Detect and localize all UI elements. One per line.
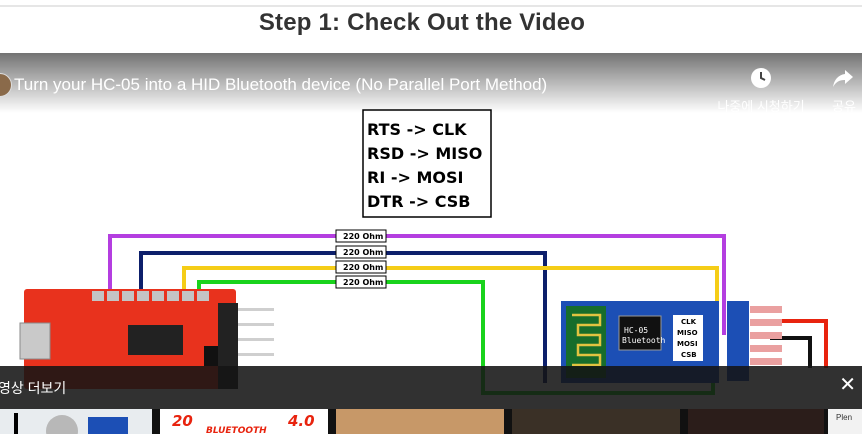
thumbnail-item[interactable]	[688, 409, 824, 434]
share-button[interactable]: 공유	[832, 67, 862, 115]
page-title: Step 1: Check Out the Video	[258, 9, 586, 36]
svg-text:220 Ohm: 220 Ohm	[343, 248, 383, 257]
svg-text:Bluetooth: Bluetooth	[622, 336, 666, 345]
share-icon	[833, 70, 853, 87]
svg-text:220 Ohm: 220 Ohm	[343, 278, 383, 287]
resistor: 220 Ohm	[335, 229, 387, 243]
resistor: 220 Ohm	[335, 275, 387, 289]
svg-text:20: 20	[172, 412, 193, 430]
svg-text:CSB: CSB	[681, 351, 697, 359]
svg-text:HC-05: HC-05	[624, 326, 648, 335]
thumbnail-item[interactable]	[0, 409, 152, 434]
mapping-line: RI -> MOSI	[367, 168, 463, 187]
clock-icon	[751, 68, 771, 88]
thumbnail-partial-text: Plen	[836, 413, 853, 422]
video-player[interactable]: RTS -> CLK RSD -> MISO RI -> MOSI DTR ->…	[0, 53, 862, 434]
svg-text:MOSI: MOSI	[677, 340, 698, 348]
more-videos-label: 영상 더보기	[0, 380, 67, 396]
watch-later-button[interactable]: 나중에 시청하기	[706, 67, 816, 115]
thumbnail-item[interactable]: Plen	[828, 409, 862, 434]
thumbnail-item[interactable]: 20 4.0 BLUETOOTH	[160, 409, 328, 434]
mapping-line: DTR -> CSB	[367, 192, 470, 211]
watch-later-label: 나중에 시청하기	[717, 99, 805, 114]
svg-text:220 Ohm: 220 Ohm	[343, 232, 383, 241]
top-divider	[0, 5, 862, 7]
svg-text:4.0: 4.0	[287, 412, 315, 430]
more-videos-thumbnails: 20 4.0 BLUETOOTH Plen	[0, 409, 862, 434]
svg-text:220 Ohm: 220 Ohm	[343, 263, 383, 272]
mapping-line: RSD -> MISO	[367, 144, 482, 163]
resistor: 220 Ohm	[335, 245, 387, 259]
mapping-line: RTS -> CLK	[367, 120, 467, 139]
svg-text:CLK: CLK	[681, 318, 697, 326]
video-title[interactable]: Turn your HC-05 into a HID Bluetooth dev…	[14, 75, 547, 95]
more-videos-bar: 영상 더보기 ✕	[0, 366, 862, 409]
share-label: 공유	[832, 99, 856, 114]
svg-text:BLUETOOTH: BLUETOOTH	[206, 426, 267, 434]
svg-text:MISO: MISO	[677, 329, 698, 337]
thumbnail-item[interactable]	[512, 409, 680, 434]
thumbnail-item[interactable]	[336, 409, 504, 434]
resistor: 220 Ohm	[335, 260, 387, 274]
close-icon[interactable]: ✕	[839, 375, 856, 395]
